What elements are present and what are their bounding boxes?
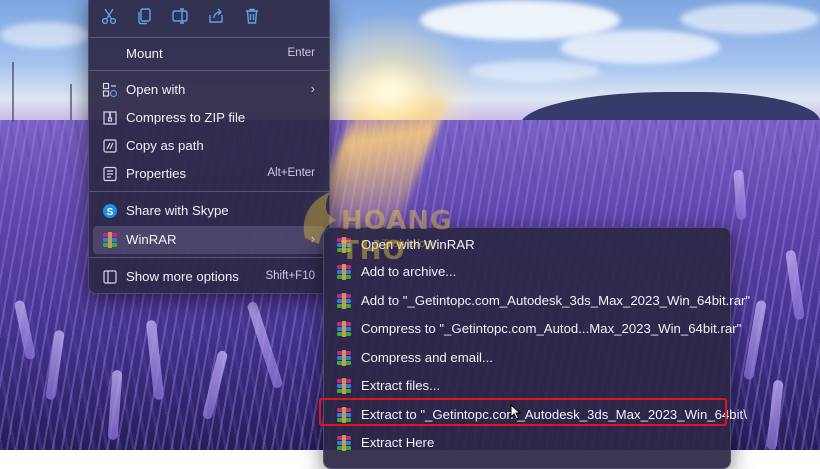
delete-icon[interactable]	[243, 7, 261, 25]
menu-item-share-skype[interactable]: S Share with Skype	[89, 197, 329, 225]
shortcut-label: Alt+Enter	[267, 167, 315, 179]
menu-item-label: Properties	[126, 166, 187, 181]
submenu-item-compress-to-rar[interactable]: Compress to "_Getintopc.com_Autod...Max_…	[324, 315, 741, 343]
menu-item-properties[interactable]: Properties Alt+Enter	[89, 160, 329, 188]
properties-icon	[102, 166, 118, 182]
submenu-item-label: Open with WinRAR	[361, 237, 475, 252]
separator	[89, 257, 329, 258]
highlight-box	[319, 398, 727, 426]
menu-item-label: Compress to ZIP file	[126, 110, 246, 125]
menu-item-label: Show more options	[126, 269, 239, 284]
copy-path-icon	[102, 138, 118, 154]
submenu-item-label: Compress and email...	[361, 350, 493, 365]
shortcut-label: Enter	[287, 47, 316, 59]
context-menu-toolbar	[89, 0, 329, 37]
submenu-item-label: Compress to "_Getintopc.com_Autod...Max_…	[361, 321, 742, 336]
submenu-item-add-to-archive[interactable]: Add to archive...	[324, 258, 730, 286]
submenu-item-extract-files[interactable]: Extract files...	[324, 372, 730, 400]
winrar-icon	[336, 293, 352, 309]
copy-icon[interactable]	[136, 7, 154, 25]
chevron-right-icon: ›	[310, 231, 315, 246]
submenu-item-label: Add to archive...	[361, 264, 457, 279]
cut-icon[interactable]	[100, 7, 118, 25]
shortcut-label: Shift+F10	[265, 270, 315, 282]
menu-item-show-more-options[interactable]: Show more options Shift+F10	[89, 263, 329, 291]
rename-icon[interactable]	[171, 7, 189, 25]
zip-folder-icon	[102, 110, 118, 126]
menu-item-label: Share with Skype	[126, 203, 229, 218]
menu-item-label: Copy as path	[126, 138, 204, 153]
menu-item-winrar[interactable]: WinRAR ›	[93, 226, 325, 254]
winrar-icon	[102, 232, 118, 248]
submenu-item-label: Extract Here	[361, 435, 435, 450]
submenu-item-label: Add to "_Getintopc.com_Autodesk_3ds_Max_…	[361, 293, 751, 308]
winrar-submenu: Open with WinRAR Add to archive... Add t…	[323, 227, 750, 469]
skype-icon: S	[102, 203, 118, 219]
mouse-cursor-icon	[510, 404, 522, 420]
submenu-item-open-with-winrar[interactable]: Open with WinRAR	[324, 231, 730, 259]
context-menu: Mount Enter Open with › Compress to ZIP …	[88, 0, 330, 294]
chevron-right-icon: ›	[310, 81, 315, 96]
winrar-icon	[336, 237, 352, 253]
menu-item-label: Mount	[126, 46, 163, 61]
menu-item-compress-zip[interactable]: Compress to ZIP file	[89, 104, 329, 132]
submenu-item-compress-and-email[interactable]: Compress and email...	[324, 344, 730, 372]
separator	[89, 70, 329, 71]
menu-item-open-with[interactable]: Open with ›	[89, 76, 329, 104]
svg-text:S: S	[107, 207, 114, 218]
winrar-icon	[336, 350, 352, 366]
winrar-icon	[336, 378, 352, 394]
winrar-icon	[336, 321, 352, 337]
submenu-item-label: Extract files...	[361, 378, 441, 393]
winrar-icon	[336, 435, 352, 451]
separator	[89, 191, 329, 192]
more-options-icon	[102, 269, 118, 285]
separator	[89, 37, 329, 38]
menu-item-mount[interactable]: Mount Enter	[89, 40, 329, 68]
winrar-icon	[336, 264, 352, 280]
submenu-item-extract-here[interactable]: Extract Here	[324, 429, 730, 457]
menu-item-label: WinRAR	[126, 232, 177, 247]
submenu-item-add-to-rar[interactable]: Add to "_Getintopc.com_Autodesk_3ds_Max_…	[324, 287, 750, 315]
menu-item-copy-as-path[interactable]: Copy as path	[89, 132, 329, 160]
menu-item-label: Open with	[126, 82, 186, 97]
share-icon[interactable]	[207, 7, 225, 25]
open-with-icon	[102, 82, 118, 98]
